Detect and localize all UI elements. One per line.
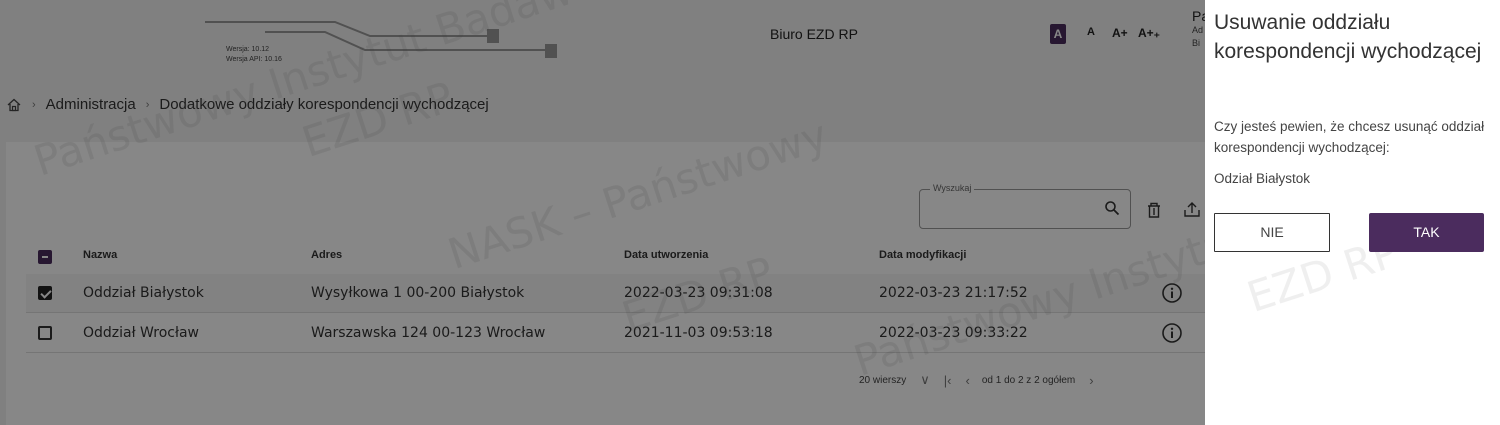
yes-button[interactable]: TAK — [1369, 213, 1484, 252]
dialog-item-name: Odział Białystok — [1214, 171, 1311, 186]
delete-dialog: EZD RP Usuwanie oddziału korespondencji … — [1205, 0, 1500, 425]
modal-overlay[interactable] — [0, 0, 1205, 425]
dialog-message: Czy jesteś pewien, że chcesz usunąć oddz… — [1214, 119, 1485, 155]
dialog-title: Usuwanie oddziału korespondencji wychodz… — [1214, 11, 1482, 63]
no-button[interactable]: NIE — [1214, 213, 1330, 252]
